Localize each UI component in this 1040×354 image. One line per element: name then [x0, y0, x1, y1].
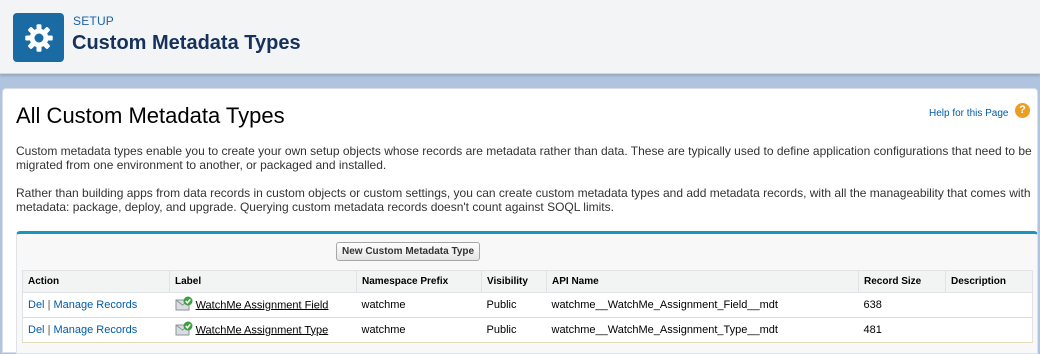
api-name-cell: watchme__WatchMe_Assignment_Type__mdt	[546, 317, 859, 343]
page-header-title: Custom Metadata Types	[72, 32, 301, 54]
manage-records-link[interactable]: Manage Records	[54, 324, 138, 336]
intro-paragraph: Custom metadata types enable you to crea…	[16, 144, 1032, 172]
record-size-cell: 481	[858, 317, 946, 343]
column-header-record-size: Record Size	[858, 270, 946, 293]
header-eyebrow: SETUP	[73, 14, 115, 28]
help-icon[interactable]: ?	[1015, 103, 1030, 118]
column-header-action: Action	[22, 270, 170, 293]
api-name-cell: watchme__WatchMe_Assignment_Field__mdt	[546, 292, 859, 318]
del-link[interactable]: Del	[28, 299, 45, 311]
visibility-cell: Public	[481, 292, 547, 318]
column-header-label: Label	[169, 270, 357, 293]
metadata-types-table: Action Label Namespace Prefix Visibility…	[22, 270, 1033, 343]
table-row: Del | Manage Records WatchMe Assignment …	[22, 317, 1033, 343]
label-cell: WatchMe Assignment Field	[169, 292, 357, 318]
column-header-namespace: Namespace Prefix	[356, 270, 482, 293]
metadata-types-list: New Custom Metadata Type Action Label Na…	[16, 231, 1038, 354]
description-cell	[945, 292, 1033, 318]
namespace-cell: watchme	[356, 317, 482, 343]
managed-package-icon	[175, 321, 193, 340]
intro-paragraph-2: Rather than building apps from data reco…	[16, 186, 1031, 214]
action-separator: |	[47, 324, 51, 336]
visibility-cell: Public	[481, 317, 547, 343]
record-size-cell: 638	[858, 292, 946, 318]
action-cell: Del | Manage Records	[22, 292, 170, 318]
namespace-cell: watchme	[356, 292, 482, 318]
table-header-row: Action Label Namespace Prefix Visibility…	[22, 270, 1033, 293]
metadata-type-label-link[interactable]: WatchMe Assignment Field	[196, 299, 329, 311]
description-cell	[945, 317, 1033, 343]
managed-package-icon	[175, 296, 193, 315]
column-header-api-name: API Name	[546, 270, 859, 293]
manage-records-link[interactable]: Manage Records	[54, 299, 138, 311]
gear-icon	[13, 13, 64, 62]
main-panel: All Custom Metadata Types Help for this …	[2, 88, 1038, 354]
table-row: Del | Manage Records WatchMe Assignment …	[22, 292, 1033, 318]
column-header-description: Description	[945, 270, 1033, 293]
metadata-type-label-link[interactable]: WatchMe Assignment Type	[196, 324, 329, 336]
page-title: All Custom Metadata Types	[16, 103, 285, 128]
help-link[interactable]: Help for this Page	[929, 108, 1009, 119]
new-custom-metadata-type-button[interactable]: New Custom Metadata Type	[336, 242, 481, 261]
label-cell: WatchMe Assignment Type	[169, 317, 357, 343]
del-link[interactable]: Del	[28, 324, 45, 336]
action-cell: Del | Manage Records	[22, 317, 170, 343]
setup-header: SETUP Custom Metadata Types	[0, 0, 1040, 74]
action-separator: |	[47, 299, 51, 311]
column-header-visibility: Visibility	[481, 270, 547, 293]
